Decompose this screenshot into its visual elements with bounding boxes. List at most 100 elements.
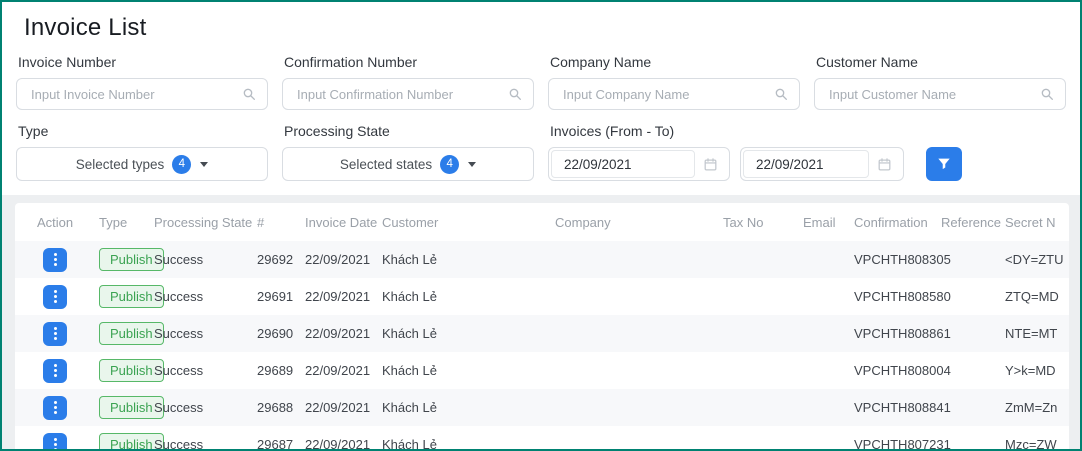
column-header--: # bbox=[257, 203, 305, 241]
calendar-icon[interactable] bbox=[703, 157, 718, 172]
confirmation-number-label: Confirmation Number bbox=[284, 54, 534, 70]
cell-confirmation: VPCHTH808861 bbox=[854, 315, 941, 352]
date-from-box bbox=[548, 147, 730, 181]
row-actions-button[interactable] bbox=[43, 396, 67, 420]
column-header-processing-state: Processing State bbox=[154, 203, 257, 241]
column-header-confirmation: Confirmation bbox=[854, 203, 941, 241]
apply-filter-button[interactable] bbox=[926, 147, 962, 181]
customer-name-input[interactable] bbox=[829, 87, 1039, 102]
cell-email bbox=[803, 426, 854, 451]
cell-tax_no bbox=[723, 315, 803, 352]
cell-email bbox=[803, 389, 854, 426]
invoices-range-field: Invoices (From - To) bbox=[548, 123, 1066, 181]
customer-name-field: Customer Name bbox=[814, 54, 1066, 110]
invoice-number-inputbox bbox=[16, 78, 268, 110]
cell-company bbox=[555, 426, 723, 451]
cell-date: 22/09/2021 bbox=[305, 241, 382, 278]
row-actions-button[interactable] bbox=[43, 285, 67, 309]
cell-secret: NTE=MT bbox=[1005, 315, 1069, 352]
cell-number: 29689 bbox=[257, 352, 305, 389]
filters-row-2: Type Selected types 4 Processing State S… bbox=[16, 123, 1066, 181]
kebab-menu-icon bbox=[54, 332, 57, 335]
type-count-badge: 4 bbox=[172, 155, 191, 174]
kebab-menu-icon bbox=[54, 406, 57, 409]
page-title: Invoice List bbox=[24, 14, 1066, 42]
company-name-label: Company Name bbox=[550, 54, 800, 70]
cell-number: 29690 bbox=[257, 315, 305, 352]
invoice-table-card: ActionTypeProcessing State#Invoice Date C… bbox=[15, 203, 1069, 451]
kebab-menu-icon bbox=[54, 443, 57, 446]
search-icon bbox=[773, 86, 789, 102]
column-header-reference: Reference bbox=[941, 203, 1005, 241]
row-actions-button[interactable] bbox=[43, 359, 67, 383]
cell-company bbox=[555, 389, 723, 426]
table-header-row: ActionTypeProcessing State#Invoice Date C… bbox=[15, 203, 1069, 241]
cell-date: 22/09/2021 bbox=[305, 389, 382, 426]
row-actions-button[interactable] bbox=[43, 433, 67, 451]
search-icon bbox=[241, 86, 257, 102]
cell-tax_no bbox=[723, 241, 803, 278]
column-header-type: Type bbox=[99, 203, 154, 241]
table-row: PublishSuccess2968922/09/2021Khách LẻVPC… bbox=[15, 352, 1069, 389]
processing-state-label: Processing State bbox=[284, 123, 534, 139]
type-dropdown-text: Selected types bbox=[76, 157, 165, 172]
filters-section: Invoice List Invoice Number Confirmation… bbox=[2, 2, 1080, 195]
cell-confirmation: VPCHTH808305 bbox=[854, 241, 941, 278]
type-field: Type Selected types 4 bbox=[16, 123, 268, 181]
cell-customer: Khách Lẻ bbox=[382, 352, 555, 389]
cell-date: 22/09/2021 bbox=[305, 352, 382, 389]
cell-tax_no bbox=[723, 352, 803, 389]
type-dropdown[interactable]: Selected types 4 bbox=[16, 147, 268, 181]
column-header-action: Action bbox=[15, 203, 99, 241]
company-name-input[interactable] bbox=[563, 87, 773, 102]
cell-company bbox=[555, 352, 723, 389]
cell-secret: <DY=ZTU bbox=[1005, 241, 1069, 278]
cell-email bbox=[803, 278, 854, 315]
cell-number: 29692 bbox=[257, 241, 305, 278]
table-row: PublishSuccess2969022/09/2021Khách LẻVPC… bbox=[15, 315, 1069, 352]
invoice-table: ActionTypeProcessing State#Invoice Date C… bbox=[15, 203, 1069, 451]
cell-confirmation: VPCHTH808841 bbox=[854, 389, 941, 426]
invoice-number-input[interactable] bbox=[31, 87, 241, 102]
cell-customer: Khách Lẻ bbox=[382, 426, 555, 451]
date-to-input[interactable] bbox=[743, 150, 869, 178]
date-to-box bbox=[740, 147, 904, 181]
cell-company bbox=[555, 241, 723, 278]
table-row: PublishSuccess2968822/09/2021Khách LẻVPC… bbox=[15, 389, 1069, 426]
cell-state: Success bbox=[154, 389, 257, 426]
row-actions-button[interactable] bbox=[43, 322, 67, 346]
customer-name-label: Customer Name bbox=[816, 54, 1066, 70]
column-header-tax-no: Tax No bbox=[723, 203, 803, 241]
invoice-table-area: ActionTypeProcessing State#Invoice Date C… bbox=[2, 195, 1080, 451]
cell-customer: Khách Lẻ bbox=[382, 389, 555, 426]
processing-state-field: Processing State Selected states 4 bbox=[282, 123, 534, 181]
cell-confirmation: VPCHTH808004 bbox=[854, 352, 941, 389]
kebab-menu-icon bbox=[54, 369, 57, 372]
table-row: PublishSuccess2969222/09/2021Khách LẻVPC… bbox=[15, 241, 1069, 278]
processing-state-dropdown[interactable]: Selected states 4 bbox=[282, 147, 534, 181]
confirmation-number-input[interactable] bbox=[297, 87, 507, 102]
cell-company bbox=[555, 278, 723, 315]
column-header-secret-n: Secret N bbox=[1005, 203, 1069, 241]
calendar-icon[interactable] bbox=[877, 157, 892, 172]
column-header-invoice-date: Invoice Date bbox=[305, 203, 382, 241]
chevron-down-icon bbox=[200, 162, 208, 167]
invoice-list-page: Invoice List Invoice Number Confirmation… bbox=[0, 0, 1082, 451]
type-label: Type bbox=[18, 123, 268, 139]
cell-secret: Y>k=MD bbox=[1005, 352, 1069, 389]
cell-secret: ZTQ=MD bbox=[1005, 278, 1069, 315]
row-actions-button[interactable] bbox=[43, 248, 67, 272]
kebab-menu-icon bbox=[54, 258, 57, 261]
cell-confirmation: VPCHTH808580 bbox=[854, 278, 941, 315]
cell-tax_no bbox=[723, 278, 803, 315]
cell-secret: Mzc=ZW bbox=[1005, 426, 1069, 451]
chevron-down-icon bbox=[468, 162, 476, 167]
processing-state-dropdown-text: Selected states bbox=[340, 157, 432, 172]
kebab-menu-icon bbox=[54, 295, 57, 298]
cell-customer: Khách Lẻ bbox=[382, 278, 555, 315]
cell-state: Success bbox=[154, 241, 257, 278]
date-from-input[interactable] bbox=[551, 150, 695, 178]
cell-date: 22/09/2021 bbox=[305, 278, 382, 315]
cell-email bbox=[803, 352, 854, 389]
cell-company bbox=[555, 315, 723, 352]
